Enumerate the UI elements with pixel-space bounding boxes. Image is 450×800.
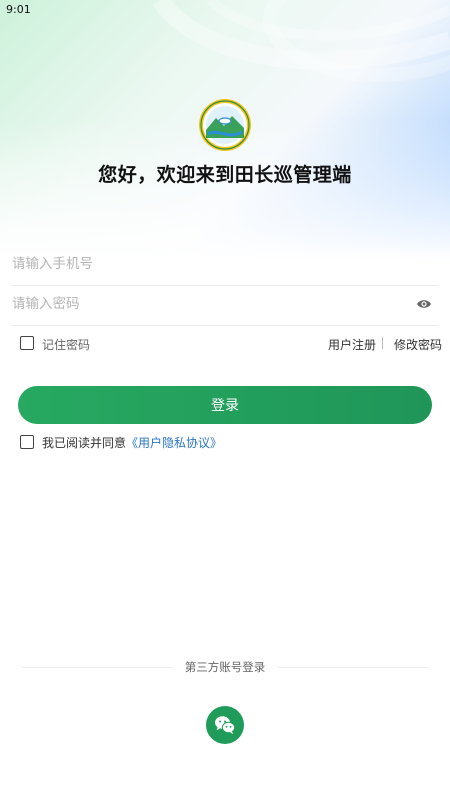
phone-input[interactable] <box>12 245 392 283</box>
divider-line-right <box>278 667 428 668</box>
third-party-divider: 第三方账号登录 <box>0 658 450 678</box>
agreement-prefix: 我已阅读并同意 <box>42 436 127 450</box>
change-password-link[interactable]: 修改密码 <box>394 336 442 353</box>
wechat-login-button[interactable] <box>206 706 244 744</box>
remember-checkbox[interactable] <box>20 336 34 350</box>
welcome-title: 您好，欢迎来到田长巡管理端 <box>98 164 352 186</box>
link-divider <box>382 337 383 349</box>
phone-field[interactable] <box>12 245 438 286</box>
agreement-text: 我已阅读并同意《用户隐私协议》 <box>42 434 222 451</box>
remember-label: 记住密码 <box>42 338 91 352</box>
app-logo <box>198 98 252 152</box>
agreement-checkbox[interactable] <box>20 435 34 449</box>
login-button[interactable]: 登录 <box>18 386 432 424</box>
agreement-row: 我已阅读并同意《用户隐私协议》 <box>0 430 450 454</box>
password-input[interactable] <box>12 285 392 323</box>
remember-row: 记住密码 用户注册 修改密码 <box>0 332 450 356</box>
status-time: 9:01 <box>6 3 31 16</box>
eye-icon[interactable] <box>416 297 432 311</box>
register-link[interactable]: 用户注册 <box>328 336 376 353</box>
wechat-icon <box>215 716 236 734</box>
password-field[interactable] <box>12 285 438 326</box>
privacy-policy-link[interactable]: 《用户隐私协议》 <box>126 436 222 450</box>
status-bar: 9:01 <box>0 0 450 20</box>
